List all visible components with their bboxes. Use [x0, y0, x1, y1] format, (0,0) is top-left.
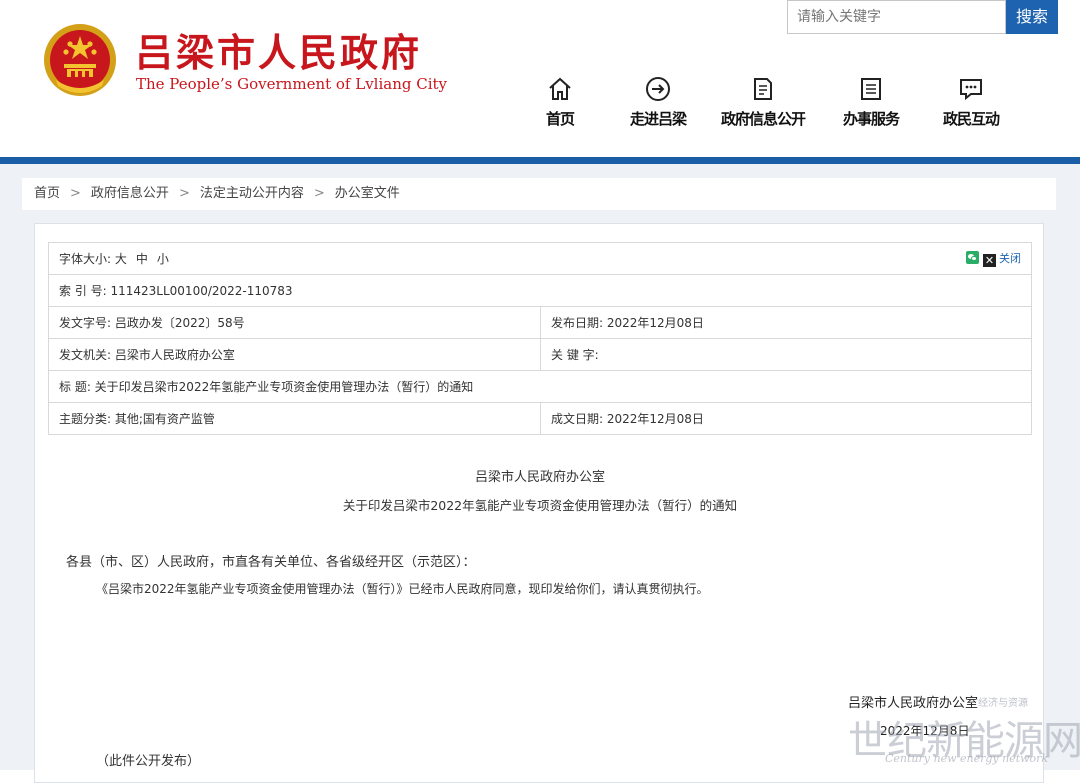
close-icon[interactable]: ✕ [983, 254, 996, 267]
document-salutation: 各县（市、区）人民政府，市直各有关单位、各省级经开区（示范区）： [66, 555, 476, 570]
wechat-share-icon[interactable] [966, 251, 979, 264]
national-emblem-icon [44, 24, 116, 96]
document-body: 《吕梁市2022年氢能产业专项资金使用管理办法（暂行）》已经市人民政府同意，现印… [96, 582, 709, 596]
nav-label: 政民互动 [942, 110, 1000, 128]
document-metadata-table: 字体大小: 大中小 ✕ 关闭 索 引 号: 111423LL00100/2022-… [48, 242, 1032, 435]
nav-item-services[interactable]: 办事服务 [816, 76, 926, 129]
nav-item-home[interactable]: 首页 [505, 76, 615, 129]
font-size-small[interactable]: 小 [157, 252, 169, 266]
index-number: 索 引 号: 111423LL00100/2022-110783 [48, 274, 1032, 307]
document-icon [754, 78, 772, 100]
toolbar-row: 字体大小: 大中小 ✕ 关闭 [48, 242, 1032, 275]
site-title: 吕梁市人民政府 [135, 30, 423, 75]
created-date: 成文日期: 2022年12月08日 [540, 402, 1032, 435]
chevron-right-icon: > [178, 186, 190, 201]
site-subtitle: The People’s Government of Lvliang City [136, 75, 448, 93]
nav-label: 首页 [545, 110, 575, 128]
document-number: 发文字号: 吕政办发〔2022〕58号 [48, 306, 541, 339]
keywords: 关 键 字: [540, 338, 1032, 371]
watermark-subtitle: Century new energy network [885, 752, 1049, 765]
breadcrumb-home[interactable]: 首页 [34, 186, 60, 201]
breadcrumb-office-documents[interactable]: 办公室文件 [335, 186, 400, 201]
nav-label: 走进吕梁 [629, 110, 687, 128]
font-size-medium[interactable]: 中 [136, 252, 148, 266]
chevron-right-icon: > [313, 186, 325, 201]
chat-icon [960, 79, 982, 101]
document-title-field: 标 题: 关于印发吕梁市2022年氢能产业专项资金使用管理办法（暂行）的通知 [48, 370, 1032, 403]
watermark-small-text: 经济与资源 [978, 698, 1028, 709]
list-icon [861, 78, 881, 100]
subject-category: 主题分类: 其他;国有资产监管 [48, 402, 541, 435]
issuing-authority: 发文机关: 吕梁市人民政府办公室 [48, 338, 541, 371]
page-tools: ✕ 关闭 [966, 250, 1021, 267]
chevron-right-icon: > [70, 186, 81, 201]
nav-label: 办事服务 [842, 110, 900, 128]
nav-item-info-disclosure[interactable]: 政府信息公开 [708, 76, 818, 129]
search-button[interactable]: 搜索 [1006, 0, 1058, 34]
publication-note: （此件公开发布） [96, 754, 201, 769]
font-size-large[interactable]: 大 [115, 252, 127, 266]
home-icon [549, 77, 571, 100]
site-header: 吕梁市人民政府 The People’s Government of Lvlia… [0, 0, 1080, 157]
nav-label: 政府信息公开 [720, 110, 806, 128]
nav-item-about[interactable]: 走进吕梁 [603, 76, 713, 129]
breadcrumb-statutory-content[interactable]: 法定主动公开内容 [200, 186, 304, 201]
close-link[interactable]: 关闭 [999, 252, 1021, 265]
breadcrumb-info-disclosure[interactable]: 政府信息公开 [91, 186, 169, 201]
search-input[interactable] [787, 0, 1006, 34]
publish-date: 发布日期: 2022年12月08日 [540, 306, 1032, 339]
nav-item-interaction[interactable]: 政民互动 [916, 76, 1026, 129]
document-issuer: 吕梁市人民政府办公室 [474, 470, 605, 485]
arrow-circle-icon [646, 77, 670, 101]
font-size-label: 字体大小: [59, 252, 112, 266]
breadcrumb: 首页 > 政府信息公开 > 法定主动公开内容 > 办公室文件 [22, 178, 1056, 210]
header-divider [0, 157, 1080, 164]
document-title: 关于印发吕梁市2022年氢能产业专项资金使用管理办法（暂行）的通知 [342, 498, 738, 513]
